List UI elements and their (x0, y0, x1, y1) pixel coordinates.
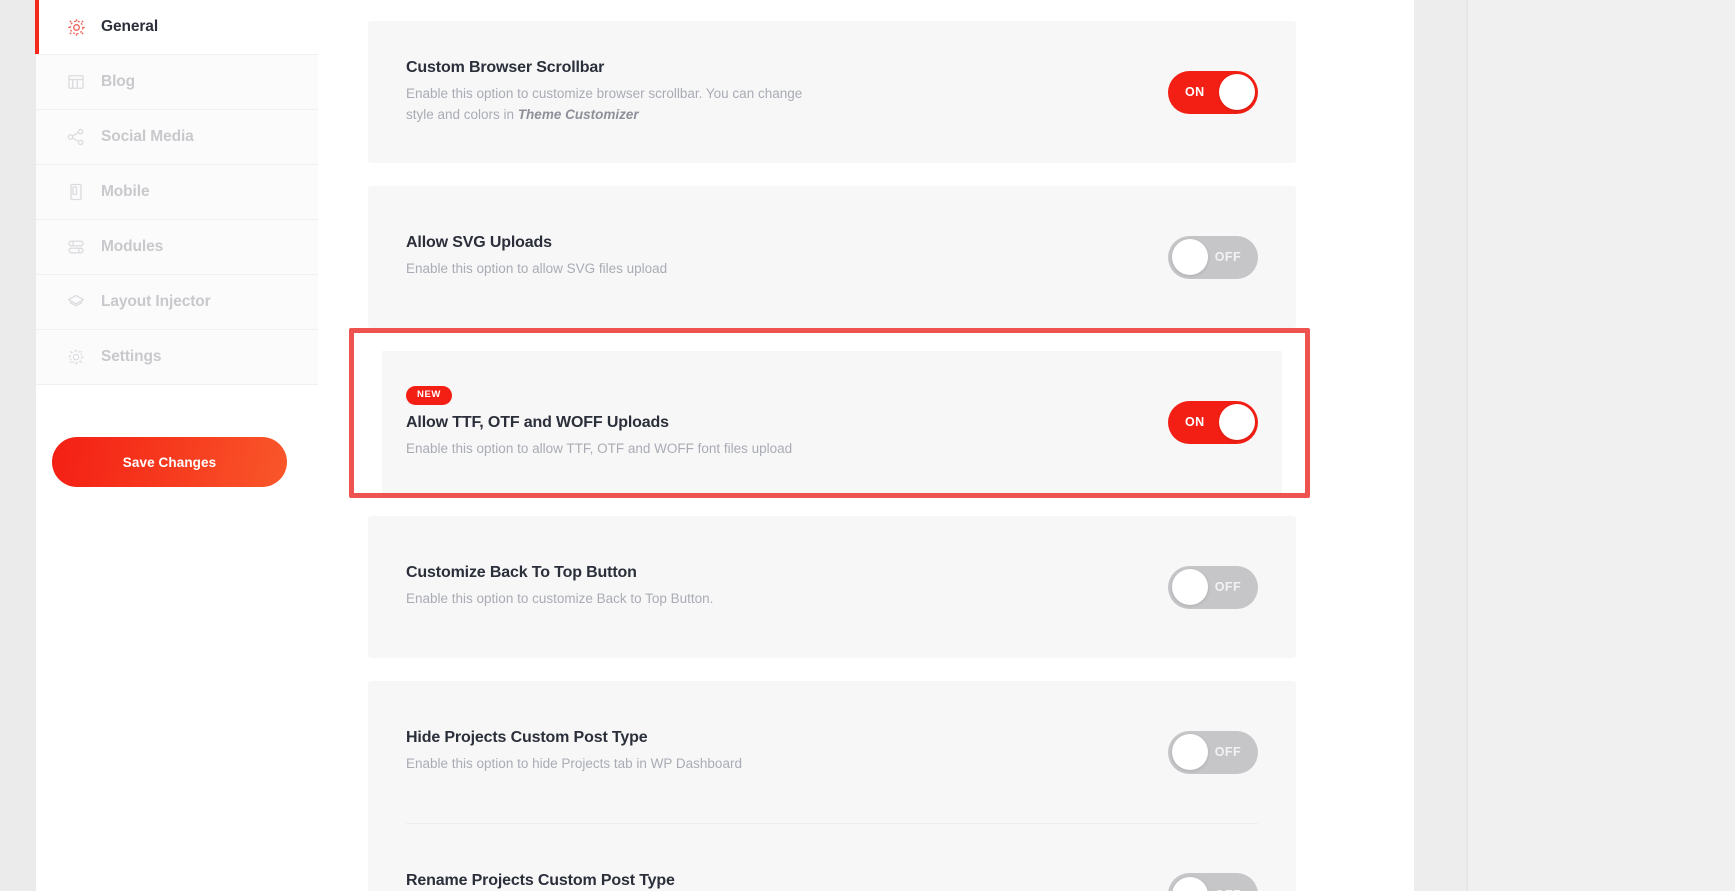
settings-card: Allow SVG Uploads Enable this option to a… (368, 186, 1296, 328)
sidebar-item-label: Mobile (101, 183, 150, 200)
toggle-state-label: OFF (1214, 745, 1241, 759)
toggle-customize-back-to-top-button[interactable]: OFF (1168, 565, 1258, 609)
toggle-knob (1171, 876, 1208, 891)
settings-card: Custom Browser Scrollbar Enable this opti… (368, 21, 1296, 163)
gear-icon (65, 16, 87, 38)
toggle-knob (1171, 239, 1208, 275)
setting-description: Enable this option to allow TTF, OTF and… (406, 440, 793, 456)
setting-text-block: Custom Browser Scrollbar Enable this opti… (406, 59, 1168, 126)
save-changes-button[interactable]: Save Changes (52, 437, 287, 487)
modules-blocks-icon (65, 236, 87, 258)
toggle-state-label: OFF (1215, 888, 1241, 891)
sidebar-nav-list: General Blog Social Media Mobile Modules Layo… (35, 0, 318, 385)
new-badge: NEW (406, 386, 452, 405)
toggle-custom-browser-scrollbar[interactable]: ON (1168, 70, 1258, 114)
settings-card-inner-panel: NEW Allow TTF, OTF and WOFF Uploads Enable… (382, 351, 1282, 493)
setting-title: Allow SVG Uploads (406, 234, 552, 252)
sidebar-item-mobile[interactable]: Mobile (36, 165, 318, 220)
setting-row-customize-back-to-top-button: Customize Back To Top Button Enable this … (406, 516, 1258, 658)
theme-customizer-emphasis: Theme Customizer (517, 106, 639, 122)
sidebar-item-layout-injector[interactable]: Layout Injector (36, 275, 318, 330)
left-gutter (0, 0, 36, 891)
toggle-state-label: OFF (1214, 250, 1241, 264)
setting-description: Enable this option to customize browser … (406, 84, 811, 126)
setting-row-allow-svg-uploads: Allow SVG Uploads Enable this option to a… (406, 186, 1258, 328)
sidebar-item-label: Modules (101, 238, 164, 255)
setting-title: Allow TTF, OTF and WOFF Uploads (406, 413, 669, 431)
setting-description: Enable this option to customize Back to … (406, 591, 714, 607)
share-nodes-icon (65, 126, 87, 148)
settings-sidebar: General Blog Social Media Mobile Modules Layo… (35, 0, 318, 891)
toggle-state-label: ON (1185, 415, 1205, 429)
toggle-allow-svg-uploads[interactable]: OFF (1168, 235, 1258, 279)
toggle-knob (1171, 734, 1208, 770)
toggle-knob (1218, 74, 1255, 110)
save-button-container: Save Changes (36, 385, 318, 487)
setting-description: Enable this option to allow SVG files up… (406, 261, 668, 277)
blog-grid-icon (65, 71, 87, 93)
settings-card: Hide Projects Custom Post Type Enable thi… (368, 681, 1296, 891)
setting-text-block: Rename Projects Custom Post TypeEnable t… (406, 872, 1168, 891)
sidebar-item-modules[interactable]: Modules (36, 220, 318, 275)
toggle-state-label: ON (1185, 85, 1205, 99)
layers-icon (65, 291, 87, 313)
settings-card: Customize Back To Top Button Enable this … (368, 516, 1296, 658)
mobile-device-icon (65, 181, 87, 203)
page-background-divider (1466, 0, 1468, 891)
sidebar-item-general[interactable]: General (35, 0, 318, 55)
setting-title: Customize Back To Top Button (406, 564, 637, 582)
toggle-knob (1171, 569, 1208, 605)
settings-card: NEW Allow TTF, OTF and WOFF Uploads Enable… (368, 351, 1296, 493)
toggle-rename-projects-custom-post-type[interactable]: OFF (1168, 873, 1258, 891)
page-background-strip (1414, 0, 1466, 891)
plugin-settings-page: General Blog Social Media Mobile Modules Layo… (0, 0, 1735, 891)
settings-content: Custom Browser Scrollbar Enable this opti… (318, 0, 1414, 891)
setting-row-allow-ttf-otf-woff-uploads: NEW Allow TTF, OTF and WOFF Uploads Enable… (406, 351, 1258, 493)
sidebar-item-label: General (101, 18, 159, 35)
setting-text-block: NEW Allow TTF, OTF and WOFF Uploads Enable… (406, 384, 1168, 459)
toggle-allow-ttf-otf-woff-uploads[interactable]: ON (1168, 400, 1258, 444)
sidebar-item-settings[interactable]: Settings (36, 330, 318, 385)
sidebar-item-blog[interactable]: Blog (36, 55, 318, 110)
toggle-hide-projects-custom-post-type[interactable]: OFF (1168, 730, 1258, 774)
setting-text-block: Customize Back To Top Button Enable this … (406, 564, 1168, 610)
sidebar-item-social-media[interactable]: Social Media (36, 110, 318, 165)
settings-gear-icon (65, 346, 87, 368)
setting-row-hide-projects-custom-post-type: Hide Projects Custom Post Type Enable thi… (406, 681, 1258, 823)
toggle-knob (1218, 404, 1255, 440)
sidebar-item-label: Blog (101, 73, 136, 90)
sidebar-item-label: Layout Injector (101, 293, 211, 310)
setting-title: Hide Projects Custom Post Type (406, 729, 648, 747)
setting-title: Custom Browser Scrollbar (406, 58, 605, 76)
sidebar-item-label: Settings (101, 348, 162, 365)
setting-row-custom-browser-scrollbar: Custom Browser Scrollbar Enable this opti… (406, 21, 1258, 163)
sidebar-item-label: Social Media (101, 128, 194, 145)
setting-title: Rename Projects Custom Post Type (406, 871, 675, 889)
setting-row-rename-projects-custom-post-type: Rename Projects Custom Post TypeEnable t… (406, 823, 1258, 891)
setting-description: Enable this option to hide Projects tab … (406, 756, 742, 772)
setting-text-block: Hide Projects Custom Post Type Enable thi… (406, 729, 1168, 775)
toggle-state-label: OFF (1214, 580, 1241, 594)
setting-text-block: Allow SVG Uploads Enable this option to a… (406, 234, 1168, 280)
